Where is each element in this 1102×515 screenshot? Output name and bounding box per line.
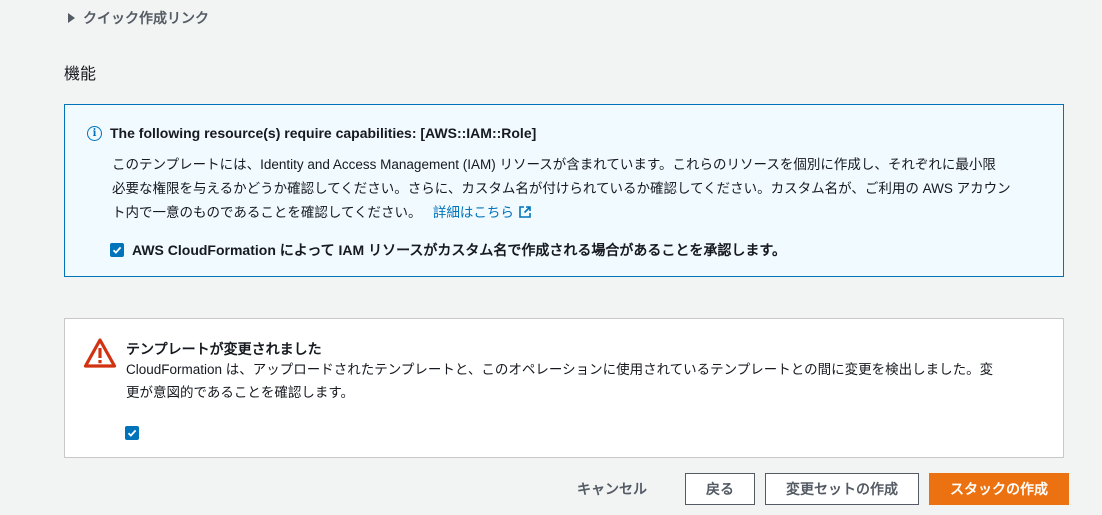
caret-right-icon [68, 13, 75, 23]
learn-more-link-label: 詳細はこちら [432, 205, 514, 220]
info-alert-header: i The following resource(s) require capa… [87, 125, 536, 141]
template-change-confirm-checkbox[interactable] [125, 426, 139, 440]
warning-title: テンプレートが変更されました [126, 341, 322, 357]
capabilities-info-alert: i The following resource(s) require capa… [64, 104, 1064, 277]
quick-create-links-label: クイック作成リンク [83, 10, 209, 26]
info-body-line-text: ト内で一意のものであることを確認してください。 [112, 205, 422, 220]
form-actions: キャンセル 戻る 変更セットの作成 スタックの作成 [577, 473, 1069, 505]
info-alert-body: このテンプレートには、Identity and Access Managemen… [112, 153, 1042, 225]
warning-icon [83, 338, 117, 368]
info-icon: i [87, 125, 102, 141]
warning-body-line: 更が意図的であることを確認します。 [126, 385, 355, 400]
learn-more-link[interactable]: 詳細はこちら [425, 205, 532, 220]
warning-body-line: CloudFormation は、アップロードされたテンプレートと、このオペレー… [126, 362, 994, 377]
iam-acknowledge-row: AWS CloudFormation によって IAM リソースがカスタム名で作… [110, 240, 786, 260]
info-body-line-last: ト内で一意のものであることを確認してください。 詳細はこちら [112, 201, 1042, 225]
iam-acknowledge-label[interactable]: AWS CloudFormation によって IAM リソースがカスタム名で作… [132, 240, 786, 260]
cancel-button[interactable]: キャンセル [577, 479, 675, 499]
capabilities-section-title: 機能 [64, 66, 97, 83]
external-link-icon [519, 206, 531, 218]
template-changed-warning: テンプレートが変更されました CloudFormation は、アップロードされ… [64, 318, 1064, 458]
create-change-set-button[interactable]: 変更セットの作成 [765, 473, 919, 505]
page: クイック作成リンク 機能 i The following resource(s)… [0, 0, 1102, 515]
info-alert-title: The following resource(s) require capabi… [110, 125, 537, 141]
back-button[interactable]: 戻る [685, 473, 755, 505]
checkmark-icon [127, 429, 137, 437]
iam-acknowledge-checkbox[interactable] [110, 243, 124, 257]
quick-create-links-toggle[interactable]: クイック作成リンク [68, 8, 209, 28]
info-body-line: このテンプレートには、Identity and Access Managemen… [112, 157, 996, 172]
warning-body: CloudFormation は、アップロードされたテンプレートと、このオペレー… [126, 358, 1041, 404]
create-stack-button[interactable]: スタックの作成 [929, 473, 1069, 505]
checkmark-icon [112, 246, 122, 254]
info-body-line: 必要な権限を与えるかどうか確認してください。さらに、カスタム名が付けられているか… [112, 181, 1011, 196]
